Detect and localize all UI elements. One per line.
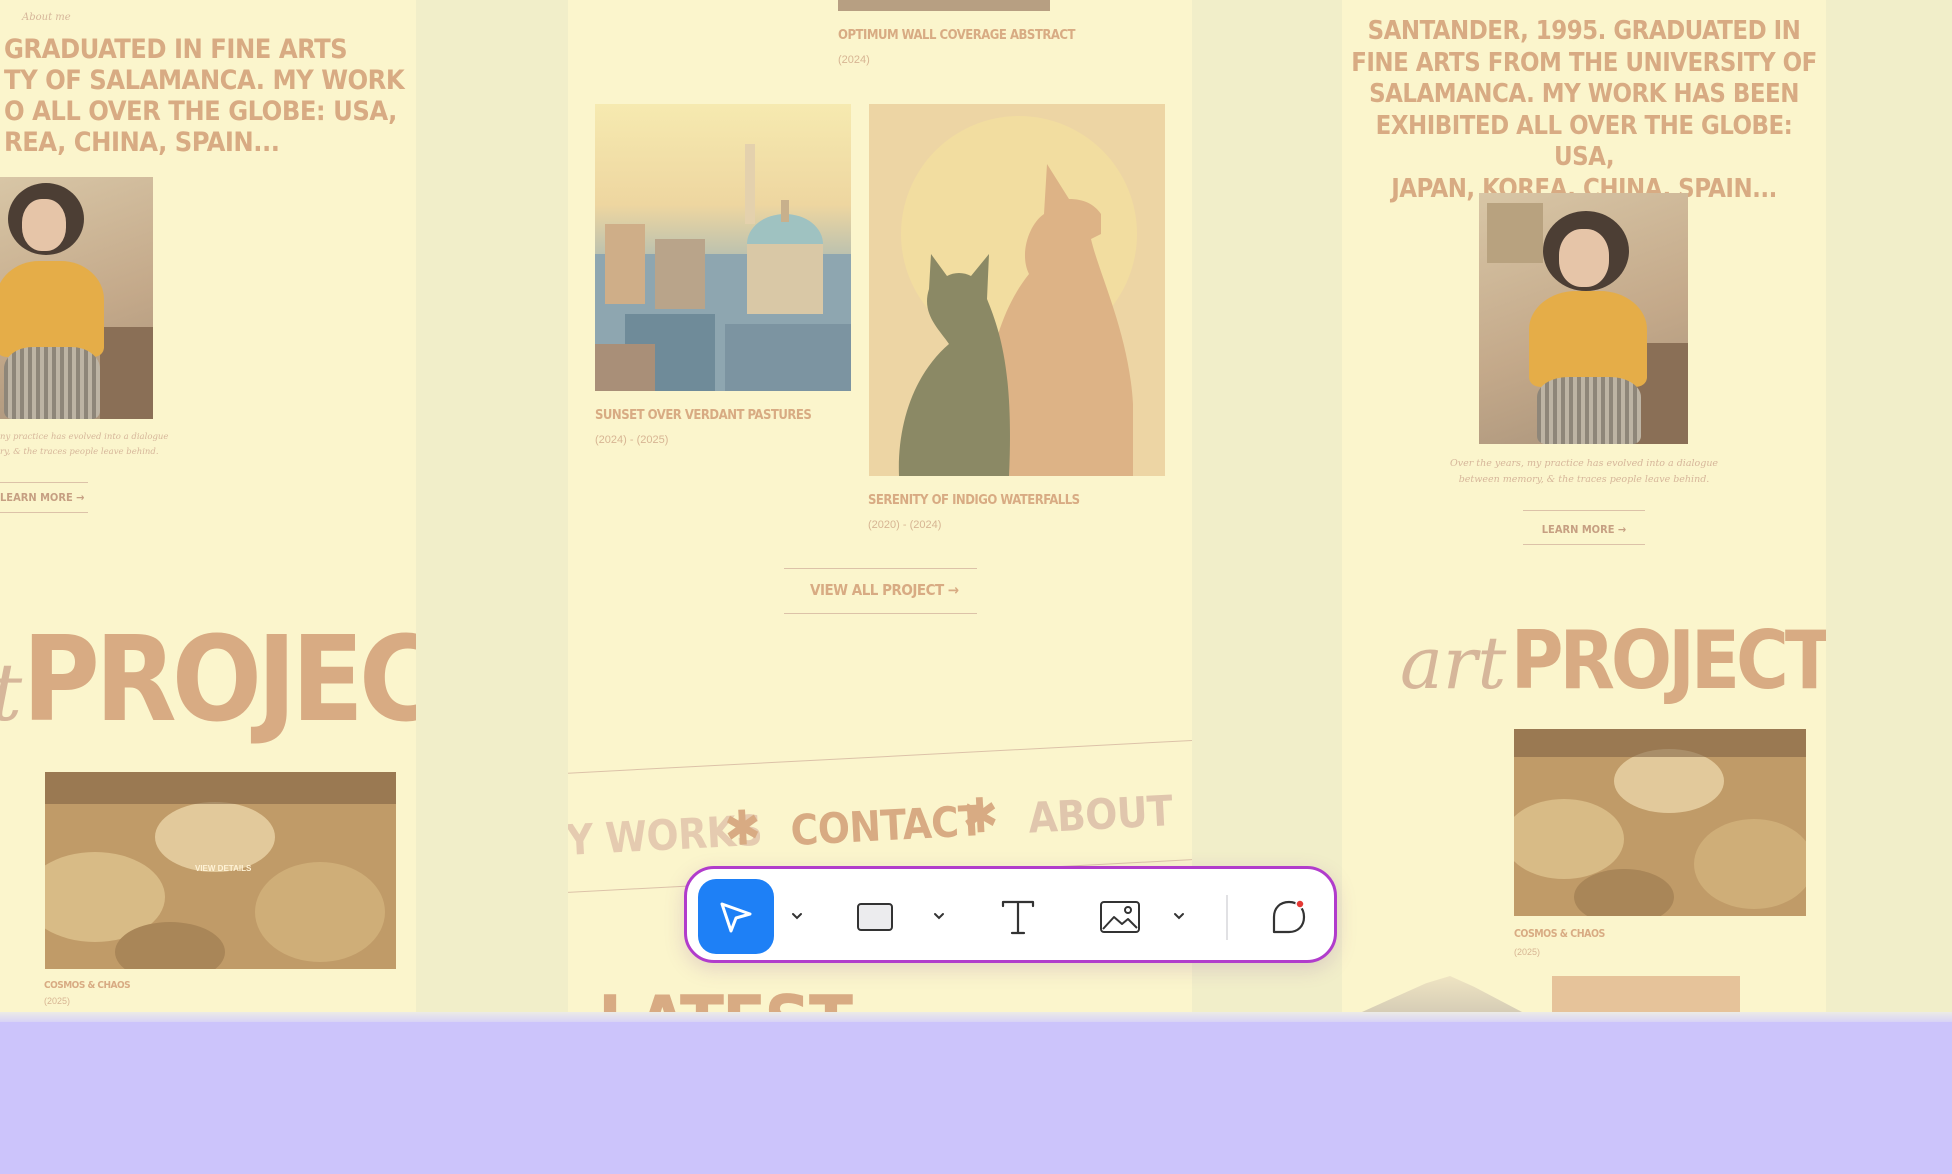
image-tool-button[interactable]	[1097, 895, 1143, 939]
city-painting-shapes	[595, 144, 851, 391]
artboard-right[interactable]: SANTANDER, 1995. GRADUATED IN FINE ARTS …	[1342, 0, 1826, 1012]
pottery-artwork[interactable]	[1514, 729, 1806, 916]
item-top-title: OPTIMUM WALL COVERAGE ABSTRACT	[838, 28, 1075, 43]
bio-text: SANTANDER, 1995. GRADUATED IN FINE ARTS …	[1351, 16, 1817, 204]
work-title: COSMOS & CHAOS	[44, 980, 131, 991]
toolbar-divider	[1226, 895, 1228, 940]
marquee-about: ABOUT	[1027, 786, 1174, 843]
chevron-down-icon	[1174, 913, 1184, 920]
top-artwork-strip	[838, 0, 1050, 11]
work-title: COSMOS & CHAOS	[1514, 928, 1605, 940]
text-tool-button[interactable]	[996, 895, 1040, 939]
item2-title: SERENITY OF INDIGO WATERFALLS	[868, 493, 1080, 508]
artist-photo	[1479, 193, 1688, 444]
design-canvas[interactable]: About me GRADUATED IN FINE ARTS TY OF SA…	[0, 0, 1952, 1012]
bio-text: GRADUATED IN FINE ARTS TY OF SALAMANCA. …	[4, 34, 405, 158]
marquee-star-icon: ✱	[723, 799, 762, 858]
flower-artwork	[1552, 976, 1740, 1012]
work-year: (2025)	[44, 996, 71, 1006]
view-all-project-button[interactable]: VIEW ALL PROJECT →	[784, 568, 977, 614]
bottom-toolbar	[684, 866, 1337, 963]
rectangle-icon	[857, 903, 893, 931]
artist-photo	[0, 177, 153, 419]
artboard-left[interactable]: About me GRADUATED IN FINE ARTS TY OF SA…	[0, 0, 416, 1012]
cursor-arrow-icon	[720, 902, 752, 932]
learn-more-link[interactable]: LEARN MORE →	[0, 482, 88, 513]
image-tool-dropdown[interactable]	[1168, 905, 1190, 927]
item2-year: (2020) - (2024)	[868, 519, 942, 531]
item1-title: SUNSET OVER VERDANT PASTURES	[595, 408, 812, 423]
pottery-artwork[interactable]: VIEW DETAILS	[45, 772, 396, 969]
image-icon	[1100, 901, 1140, 933]
latest-heading: LATEST	[598, 980, 853, 1012]
item1-year: (2024) - (2025)	[595, 434, 669, 446]
view-details-label: VIEW DETAILS	[195, 864, 252, 873]
mountain-artwork	[1362, 976, 1522, 1012]
item-top-year: (2024)	[838, 54, 870, 66]
about-label: About me	[22, 12, 71, 23]
chevron-down-icon	[792, 913, 802, 920]
select-tool-button[interactable]	[698, 879, 774, 954]
comment-tool-button[interactable]	[1267, 895, 1311, 939]
cats-painting-shapes	[898, 116, 1137, 476]
bio-caption: ny practice has evolved into a dialogue …	[0, 432, 169, 457]
shape-tool-dropdown[interactable]	[928, 905, 950, 927]
shape-tool-button[interactable]	[852, 895, 898, 939]
marquee-contact: CONTACT	[789, 796, 985, 856]
chevron-down-icon	[934, 913, 944, 920]
projects-heading: tPROJECT	[0, 610, 416, 748]
projects-heading: art PROJECTS	[1400, 614, 1826, 707]
comment-bubble-icon	[1272, 899, 1306, 934]
canvas-bottom-edge	[0, 1012, 1952, 1022]
marquee-star-icon: ✱	[960, 787, 1000, 846]
marquee-star-icon: ✱	[1190, 775, 1192, 833]
bio-caption: Over the years, my practice has evolved …	[1449, 458, 1719, 485]
cats-painting[interactable]	[869, 104, 1165, 476]
city-painting[interactable]	[595, 104, 851, 391]
select-tool-dropdown[interactable]	[786, 905, 808, 927]
work-year: (2025)	[1514, 947, 1541, 957]
learn-more-link[interactable]: LEARN MORE →	[1523, 510, 1645, 545]
artboard-middle[interactable]: OPTIMUM WALL COVERAGE ABSTRACT (2024) SU…	[568, 0, 1192, 1012]
text-t-icon	[1001, 900, 1035, 935]
